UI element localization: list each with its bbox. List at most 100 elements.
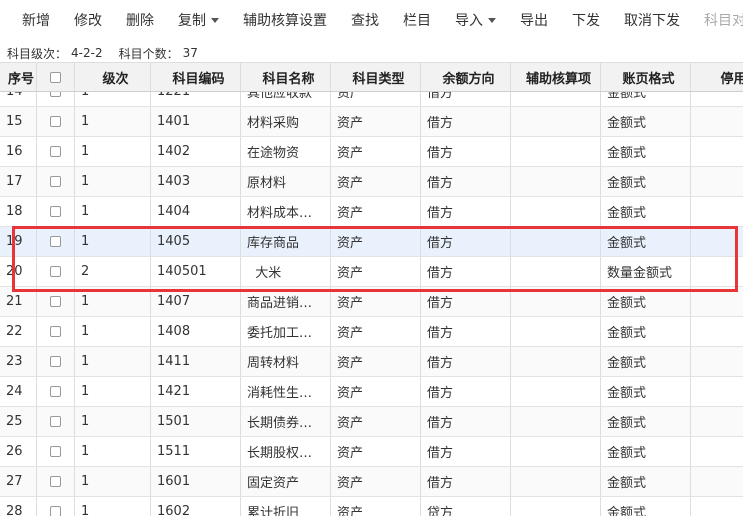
toolbar-button-9[interactable]: 下发 (560, 0, 612, 40)
row-checkbox[interactable] (50, 266, 61, 277)
table-cell-empty (691, 437, 743, 466)
row-checkbox[interactable] (50, 476, 61, 487)
table-cell: 资产 (331, 107, 421, 136)
table-cell: 1402 (151, 137, 241, 166)
table-row[interactable]: 16 1 1402 在途物资 资产 借方 金额式 (0, 137, 743, 167)
table-row[interactable]: 21 1 1407 商品进销… 资产 借方 金额式 (0, 287, 743, 317)
toolbar-button-5[interactable]: 查找 (339, 0, 391, 40)
table-cell-empty (691, 407, 743, 436)
table-cell: 原材料 (241, 167, 331, 196)
row-checkbox[interactable] (50, 506, 61, 516)
row-checkbox[interactable] (50, 446, 61, 457)
row-checkbox[interactable] (50, 326, 61, 337)
toolbar-button-label: 新增 (22, 13, 50, 29)
column-header-2[interactable]: 级次 (75, 63, 151, 91)
row-checkbox[interactable] (50, 146, 61, 157)
column-header-4[interactable]: 科目名称 (241, 63, 331, 91)
table-row[interactable]: 19 1 1405 库存商品 资产 借方 金额式 (0, 227, 743, 257)
table-cell: 资产 (331, 257, 421, 286)
select-all-checkbox[interactable] (50, 71, 61, 83)
toolbar-button-label: 查找 (351, 13, 379, 29)
toolbar-button-6[interactable]: 栏目 (391, 0, 443, 40)
table-cell (511, 227, 601, 256)
table-cell: 周转材料 (241, 347, 331, 376)
grid-header: 序号 级次科目编码科目名称科目类型余额方向辅助核算项账页格式停用 (0, 62, 743, 92)
row-checkbox[interactable] (50, 416, 61, 427)
toolbar-button-4[interactable]: 辅助核算设置 (231, 0, 339, 40)
row-checkbox-cell (37, 257, 75, 286)
row-checkbox[interactable] (50, 236, 61, 247)
table-row[interactable]: 15 1 1401 材料采购 资产 借方 金额式 (0, 107, 743, 137)
row-checkbox[interactable] (50, 206, 61, 217)
table-cell: 23 (0, 347, 37, 376)
table-cell: 借方 (421, 407, 511, 436)
table-cell: 借方 (421, 167, 511, 196)
column-header-7[interactable]: 辅助核算项 (511, 63, 601, 91)
table-row[interactable]: 20 2 140501 大米 资产 借方 数量金额式 (0, 257, 743, 287)
table-cell-empty (691, 227, 743, 256)
table-cell: 24 (0, 377, 37, 406)
table-cell: 金额式 (601, 407, 691, 436)
row-checkbox[interactable] (50, 116, 61, 127)
toolbar-button-2[interactable]: 删除 (114, 0, 166, 40)
table-row[interactable]: 18 1 1404 材料成本… 资产 借方 金额式 (0, 197, 743, 227)
table-row[interactable]: 17 1 1403 原材料 资产 借方 金额式 (0, 167, 743, 197)
table-row[interactable]: 25 1 1501 长期债券… 资产 借方 金额式 (0, 407, 743, 437)
toolbar-button-0[interactable]: 新增 (0, 0, 62, 40)
table-cell: 金额式 (601, 227, 691, 256)
row-checkbox[interactable] (50, 356, 61, 367)
table-cell (511, 107, 601, 136)
toolbar-button-11[interactable]: 科目对照 (692, 0, 743, 40)
table-cell: 1 (75, 137, 151, 166)
table-cell: 金额式 (601, 497, 691, 516)
column-header-3[interactable]: 科目编码 (151, 63, 241, 91)
table-cell: 17 (0, 167, 37, 196)
toolbar-button-label: 栏目 (403, 13, 431, 29)
row-checkbox[interactable] (50, 296, 61, 307)
toolbar-button-7[interactable]: 导入 (443, 0, 508, 40)
table-cell: 1403 (151, 167, 241, 196)
column-header-8[interactable]: 账页格式 (601, 63, 691, 91)
table-row[interactable]: 26 1 1511 长期股权… 资产 借方 金额式 (0, 437, 743, 467)
table-row[interactable]: 23 1 1411 周转材料 资产 借方 金额式 (0, 347, 743, 377)
column-header-0[interactable]: 序号 (0, 63, 37, 91)
column-header-5[interactable]: 科目类型 (331, 63, 421, 91)
table-cell: 累计折旧 (241, 497, 331, 516)
column-header-6[interactable]: 余额方向 (421, 63, 511, 91)
table-cell (511, 137, 601, 166)
row-checkbox[interactable] (50, 386, 61, 397)
table-cell: 1601 (151, 467, 241, 496)
table-cell (511, 467, 601, 496)
table-cell: 借方 (421, 377, 511, 406)
table-row[interactable]: 24 1 1421 消耗性生… 资产 借方 金额式 (0, 377, 743, 407)
row-checkbox[interactable] (50, 176, 61, 187)
row-checkbox-cell (37, 227, 75, 256)
table-cell: 28 (0, 497, 37, 516)
subject-info-bar: 科目级次： 4-2-2 科目个数： 37 (0, 44, 210, 62)
table-cell-empty (691, 167, 743, 196)
table-cell: 1 (75, 467, 151, 496)
table-cell: 资产 (331, 287, 421, 316)
table-cell: 资产 (331, 497, 421, 516)
table-cell: 委托加工… (241, 317, 331, 346)
row-checkbox-cell (37, 107, 75, 136)
table-row[interactable]: 27 1 1601 固定资产 资产 借方 金额式 (0, 467, 743, 497)
table-cell: 大米 (241, 257, 331, 286)
toolbar-button-3[interactable]: 复制 (166, 0, 231, 40)
table-row[interactable]: 22 1 1408 委托加工… 资产 借方 金额式 (0, 317, 743, 347)
toolbar-button-10[interactable]: 取消下发 (612, 0, 692, 40)
table-cell: 25 (0, 407, 37, 436)
table-cell: 资产 (331, 167, 421, 196)
toolbar-button-label: 下发 (572, 13, 600, 29)
row-checkbox-cell (37, 317, 75, 346)
table-cell: 1 (75, 107, 151, 136)
row-checkbox-cell (37, 167, 75, 196)
table-row[interactable]: 28 1 1602 累计折旧 资产 贷方 金额式 (0, 497, 743, 516)
column-header-1[interactable] (37, 63, 75, 91)
table-cell: 金额式 (601, 467, 691, 496)
toolbar-button-1[interactable]: 修改 (62, 0, 114, 40)
table-cell: 材料采购 (241, 107, 331, 136)
toolbar-button-label: 修改 (74, 13, 102, 29)
column-header-9[interactable]: 停用 (691, 63, 743, 91)
toolbar-button-8[interactable]: 导出 (508, 0, 560, 40)
